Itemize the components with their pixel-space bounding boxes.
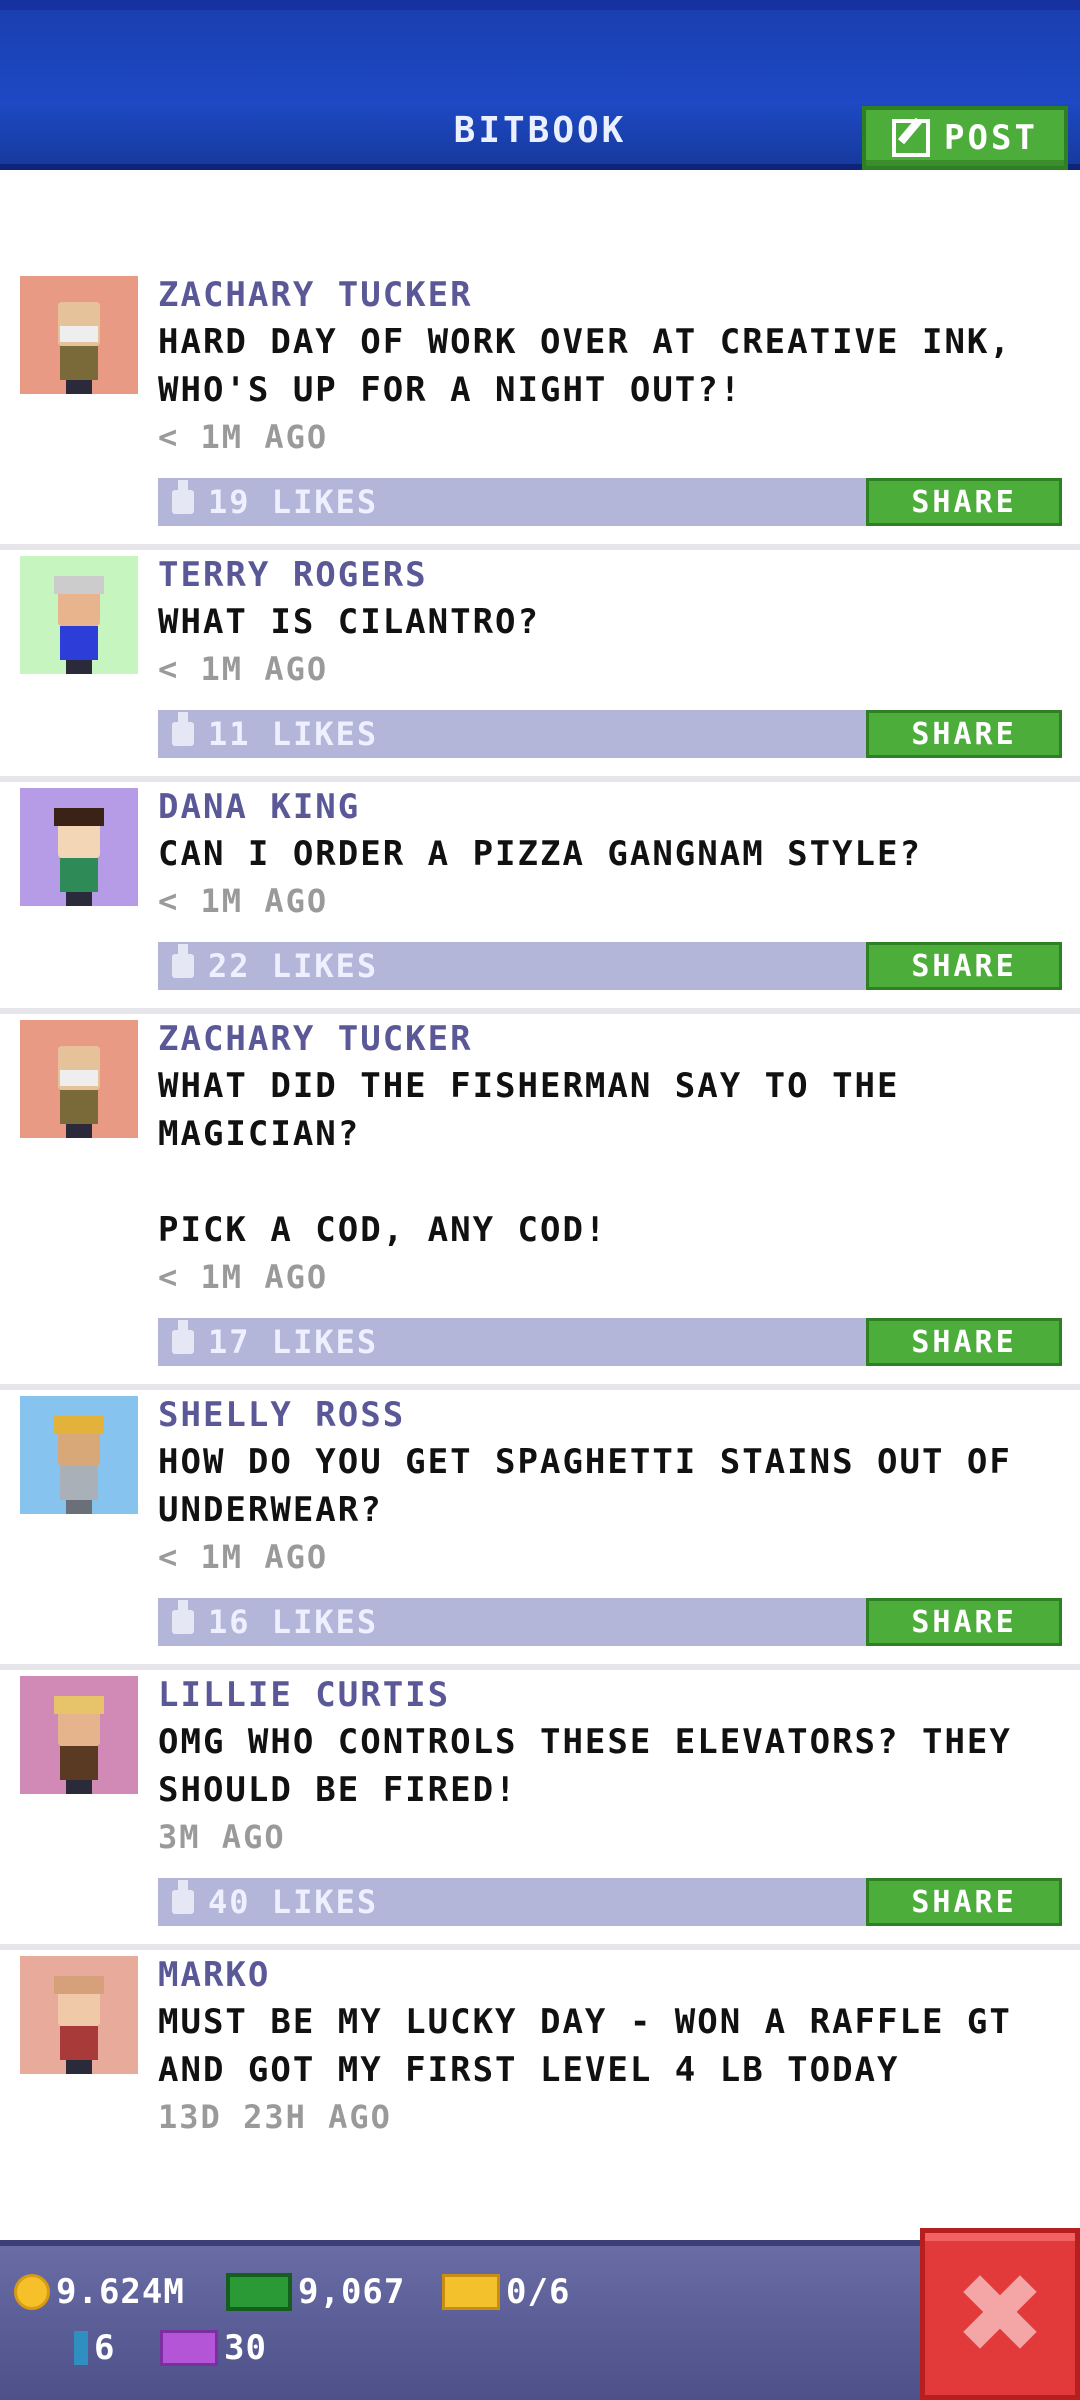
feed-post: TERRY ROGERS WHAT IS CILANTRO? < 1M AGO … <box>0 550 1080 782</box>
feed-post: ZACHARY TUCKER WHAT DID THE FISHERMAN SA… <box>0 1014 1080 1390</box>
post-time: < 1M AGO <box>158 418 329 456</box>
coins-stat: 9.624M <box>14 2272 185 2312</box>
feed-post: DANA KING CAN I ORDER A PIZZA GANGNAM ST… <box>0 782 1080 1014</box>
post-author[interactable]: DANA KING <box>158 784 1066 830</box>
avatar[interactable] <box>20 1676 138 1794</box>
post-message: MUST BE MY LUCKY DAY - WON A RAFFLE GT A… <box>158 2002 1035 2090</box>
bux-value: 9,067 <box>298 2272 406 2312</box>
bux-stat: 9,067 <box>226 2272 405 2312</box>
bitizen-icon <box>74 2331 88 2365</box>
post-time: < 1M AGO <box>158 1258 329 1296</box>
thumbs-up-icon <box>172 1320 194 1354</box>
cash-icon <box>226 2273 292 2311</box>
likes-count: 17 LIKES <box>208 1323 379 1361</box>
post-author[interactable]: MARKO <box>158 1952 1066 1998</box>
likes-bar: 22 LIKES SHARE <box>158 942 1062 990</box>
feed-post: ZACHARY TUCKER HARD DAY OF WORK OVER AT … <box>0 270 1080 550</box>
post-author[interactable]: TERRY ROGERS <box>158 552 1066 598</box>
close-button[interactable]: ✖ <box>920 2228 1080 2400</box>
share-button[interactable]: SHARE <box>866 478 1062 526</box>
share-button[interactable]: SHARE <box>866 1598 1062 1646</box>
likes-count: 40 LIKES <box>208 1883 379 1921</box>
avatar[interactable] <box>20 788 138 906</box>
thumbs-up-icon <box>172 1880 194 1914</box>
post-author[interactable]: ZACHARY TUCKER <box>158 1016 1066 1062</box>
likes-count: 11 LIKES <box>208 715 379 753</box>
status-bar: 9.624M 9,067 0/6 6 30 <box>0 2240 1080 2400</box>
avatar[interactable] <box>20 1020 138 1138</box>
avatar[interactable] <box>20 1956 138 2074</box>
post-message: HARD DAY OF WORK OVER AT CREATIVE INK, W… <box>158 322 1035 410</box>
post-author[interactable]: LILLIE CURTIS <box>158 1672 1066 1718</box>
vip-stat: 30 <box>160 2328 267 2368</box>
tickets-stat: 0/6 <box>442 2272 570 2312</box>
thumbs-up-icon <box>172 712 194 746</box>
bitizens-value: 6 <box>94 2328 116 2368</box>
bitizens-stat: 6 <box>74 2328 115 2368</box>
vip-icon <box>160 2330 218 2366</box>
likes-count: 19 LIKES <box>208 483 379 521</box>
likes-count: 16 LIKES <box>208 1603 379 1641</box>
avatar[interactable] <box>20 1396 138 1514</box>
post-button-label: POST <box>944 118 1038 158</box>
share-button[interactable]: SHARE <box>866 1878 1062 1926</box>
share-button[interactable]: SHARE <box>866 710 1062 758</box>
share-button[interactable]: SHARE <box>866 1318 1062 1366</box>
feed-post: LILLIE CURTIS OMG WHO CONTROLS THESE ELE… <box>0 1670 1080 1950</box>
likes-bar: 16 LIKES SHARE <box>158 1598 1062 1646</box>
post-author[interactable]: SHELLY ROSS <box>158 1392 1066 1438</box>
likes-count: 22 LIKES <box>208 947 379 985</box>
post-message: CAN I ORDER A PIZZA GANGNAM STYLE? <box>158 834 922 874</box>
feed-post: MARKO MUST BE MY LUCKY DAY - WON A RAFFL… <box>0 1950 1080 2140</box>
thumbs-up-icon <box>172 480 194 514</box>
post-time: 3M AGO <box>158 1818 286 1856</box>
coins-value: 9.624M <box>56 2272 185 2312</box>
likes-bar: 17 LIKES SHARE <box>158 1318 1062 1366</box>
coin-icon <box>14 2274 50 2310</box>
likes-bar: 19 LIKES SHARE <box>158 478 1062 526</box>
post-message: OMG WHO CONTROLS THESE ELEVATORS? THEY S… <box>158 1722 1035 1810</box>
post-message: WHAT IS CILANTRO? <box>158 602 540 642</box>
share-button[interactable]: SHARE <box>866 942 1062 990</box>
vip-value: 30 <box>224 2328 267 2368</box>
post-time: 13D 23H AGO <box>158 2098 392 2136</box>
thumbs-up-icon <box>172 1600 194 1634</box>
avatar[interactable] <box>20 276 138 394</box>
ticket-icon <box>442 2274 500 2310</box>
feed-post: SHELLY ROSS HOW DO YOU GET SPAGHETTI STA… <box>0 1390 1080 1670</box>
likes-bar: 11 LIKES SHARE <box>158 710 1062 758</box>
post-message: HOW DO YOU GET SPAGHETTI STAINS OUT OF U… <box>158 1442 1035 1530</box>
feed-list[interactable]: ZACHARY TUCKER HARD DAY OF WORK OVER AT … <box>0 270 1080 2140</box>
avatar[interactable] <box>20 556 138 674</box>
app-header: BITBOOK POST <box>0 0 1080 170</box>
post-author[interactable]: ZACHARY TUCKER <box>158 272 1066 318</box>
post-time: < 1M AGO <box>158 1538 329 1576</box>
close-icon: ✖ <box>953 2250 1047 2378</box>
post-time: < 1M AGO <box>158 650 329 688</box>
post-time: < 1M AGO <box>158 882 329 920</box>
thumbs-up-icon <box>172 944 194 978</box>
post-message: WHAT DID THE FISHERMAN SAY TO THE MAGICI… <box>158 1066 900 1250</box>
likes-bar: 40 LIKES SHARE <box>158 1878 1062 1926</box>
tickets-value: 0/6 <box>506 2272 571 2312</box>
compose-icon <box>892 119 931 157</box>
post-button[interactable]: POST <box>862 106 1068 170</box>
